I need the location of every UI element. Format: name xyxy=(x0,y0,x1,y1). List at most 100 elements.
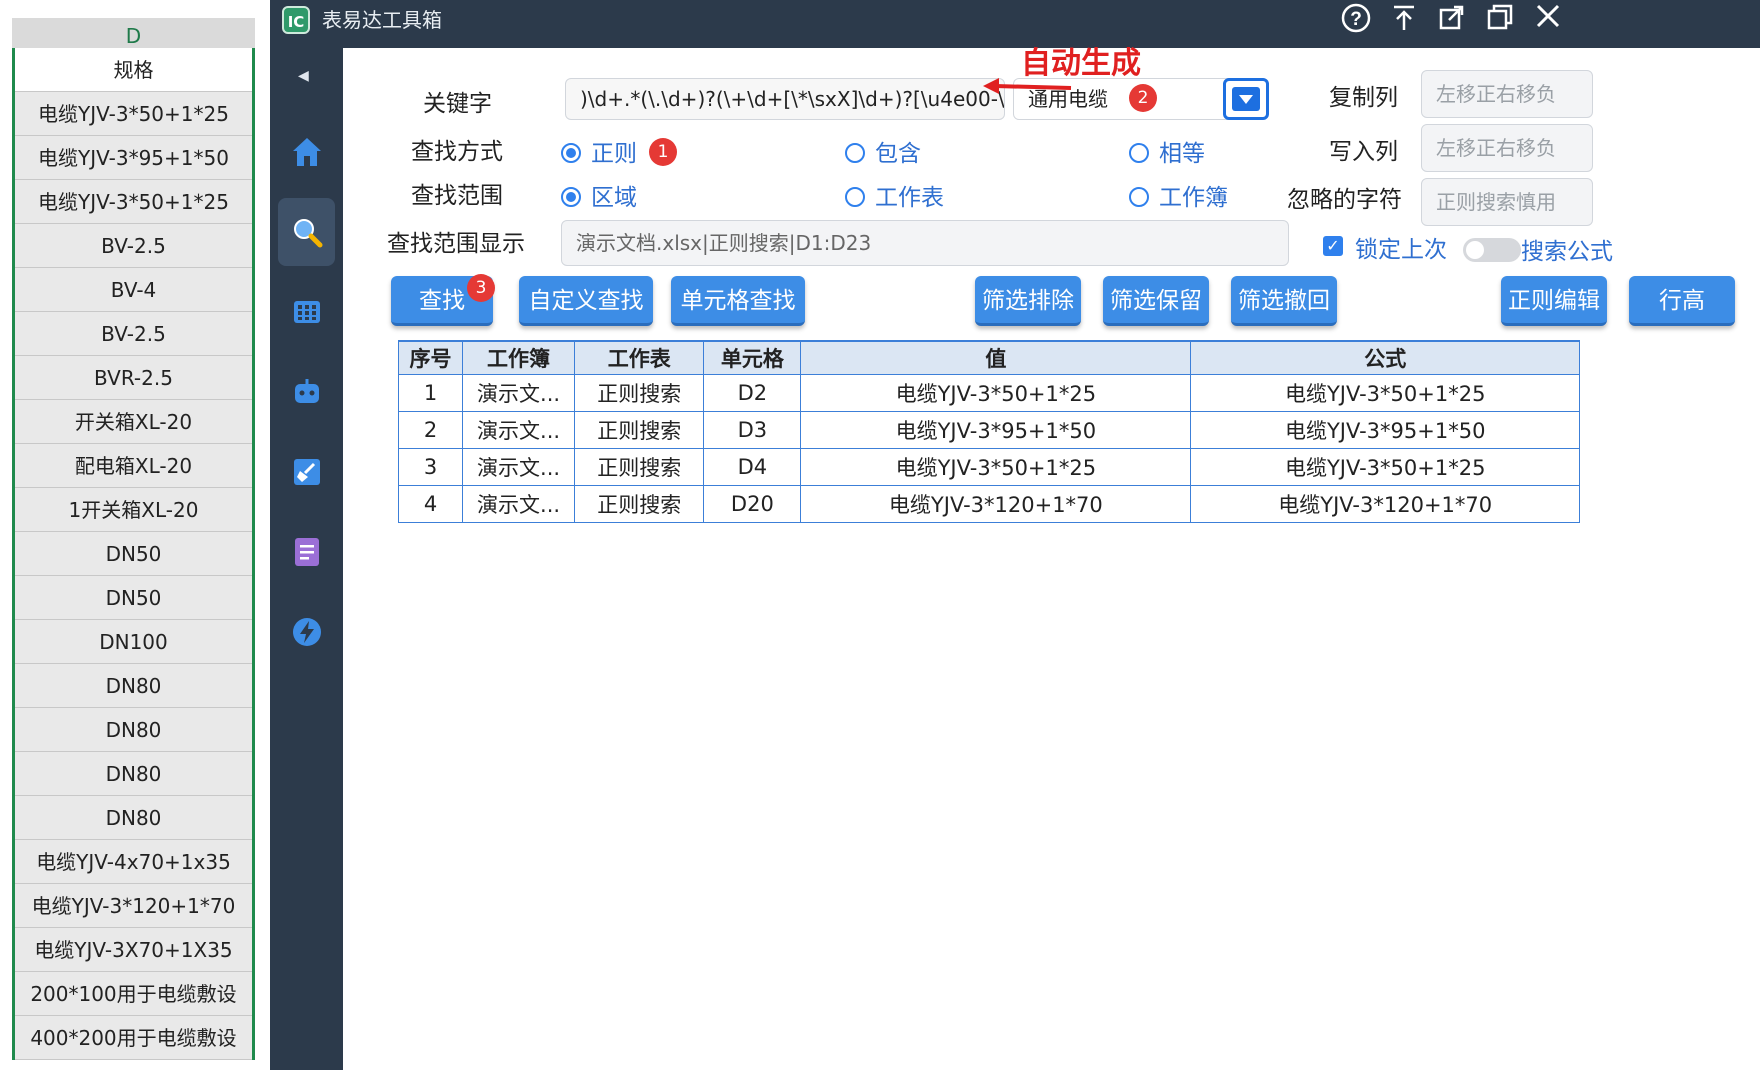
nav-report[interactable] xyxy=(278,518,335,586)
copy-col-input[interactable]: 左移正右移负 xyxy=(1421,70,1593,118)
search-formula-toggle[interactable] xyxy=(1463,238,1521,262)
method-regex-radio[interactable]: 正则 xyxy=(561,134,637,168)
table-row[interactable]: 4 演示文... 正则搜索 D20 电缆YJV-3*120+1*70 电缆YJV-3*12… xyxy=(397,484,1580,523)
column-header-d[interactable]: D xyxy=(12,18,255,50)
table-cell: D20 xyxy=(703,484,802,523)
sheet-cell[interactable]: 电缆YJV-4x70+1x35 xyxy=(15,840,252,884)
title-bar: IC 表易达工具箱 ? xyxy=(270,0,1760,48)
svg-text:?: ? xyxy=(1350,9,1362,30)
cell-find-button[interactable]: 单元格查找 xyxy=(671,276,805,326)
lock-last-label: 锁定上次 xyxy=(1355,237,1447,263)
table-cell: 电缆YJV-3*120+1*70 xyxy=(800,484,1192,523)
sheet-cell[interactable]: DN100 xyxy=(15,620,252,664)
scope-workbook-radio[interactable]: 工作簿 xyxy=(1129,178,1228,212)
table-row[interactable]: 3 演示文... 正则搜索 D4 电缆YJV-3*50+1*25 电缆YJV-3*50+1… xyxy=(397,447,1580,486)
scope-display-field: 演示文档.xlsx|正则搜索|D1:D23 xyxy=(561,220,1289,266)
sheet-cell[interactable]: BV-2.5 xyxy=(15,224,252,268)
step-badge-2: 2 xyxy=(1129,84,1157,112)
sheet-cell[interactable]: BVR-2.5 xyxy=(15,356,252,400)
table-cell: D2 xyxy=(703,373,802,412)
write-col-input[interactable]: 左移正右移负 xyxy=(1421,124,1593,172)
table-cell: 电缆YJV-3*50+1*25 xyxy=(1190,373,1580,412)
collapse-arrow-icon[interactable]: ◀ xyxy=(298,68,309,84)
nav-search[interactable] xyxy=(278,198,335,266)
close-icon[interactable] xyxy=(1528,2,1568,38)
sheet-cell[interactable]: 配电箱XL-20 xyxy=(15,444,252,488)
table-cell: 演示文... xyxy=(462,373,576,412)
table-cell: 电缆YJV-3*50+1*25 xyxy=(800,447,1192,486)
table-cell: 1 xyxy=(397,373,464,412)
row-height-button[interactable]: 行高 xyxy=(1629,276,1735,326)
nav-grid[interactable] xyxy=(278,278,335,346)
broom-icon xyxy=(294,459,320,485)
pin-top-icon[interactable] xyxy=(1384,2,1424,38)
scope-range-radio[interactable]: 区域 xyxy=(561,178,637,212)
home-icon xyxy=(293,138,321,166)
table-cell: 4 xyxy=(397,484,464,523)
result-table: 序号 工作簿 工作表 单元格值公式 1 演示文... 正则搜索 D2 电缆YJV-3*50+1… xyxy=(397,340,1580,523)
sheet-cell[interactable]: BV-4 xyxy=(15,268,252,312)
sheet-cell[interactable]: DN80 xyxy=(15,708,252,752)
sheet-cell[interactable]: 200*100用于电缆敷设 xyxy=(15,972,252,1016)
copy-col-label: 复制列 xyxy=(1329,85,1398,111)
annotation-arrow-icon xyxy=(983,78,1072,94)
sheet-cell[interactable]: 开关箱XL-20 xyxy=(15,400,252,444)
sheet-cell[interactable]: 电缆YJV-3*50+1*25 xyxy=(15,180,252,224)
sheet-cell[interactable]: 1开关箱XL-20 xyxy=(15,488,252,532)
sheet-cell[interactable]: DN80 xyxy=(15,796,252,840)
table-cell: 正则搜索 xyxy=(574,484,705,523)
table-cell: 演示文... xyxy=(462,410,576,449)
table-cell: 正则搜索 xyxy=(574,447,705,486)
table-row[interactable]: 1 演示文... 正则搜索 D2 电缆YJV-3*50+1*25 电缆YJV-3*50+1… xyxy=(397,373,1580,412)
table-cell: 演示文... xyxy=(462,484,576,523)
keyword-input[interactable]: )\d+.*(\.\d+)?(\+\d+[\*\sxX]\d+)?[\u4e00… xyxy=(565,78,1005,120)
report-icon xyxy=(295,538,319,566)
sheet-cell[interactable]: 电缆YJV-3X70+1X35 xyxy=(15,928,252,972)
regex-edit-button[interactable]: 正则编辑 xyxy=(1501,276,1607,326)
table-body: 1 演示文... 正则搜索 D2 电缆YJV-3*50+1*25 电缆YJV-3*50+1… xyxy=(397,373,1580,523)
column-header[interactable]: 工作簿 xyxy=(462,340,576,375)
keyword-label: 关键字 xyxy=(423,91,492,117)
search-formula-label: 搜索公式 xyxy=(1521,239,1613,265)
sheet-cell[interactable]: 电缆YJV-3*95+1*50 xyxy=(15,136,252,180)
sheet-cell[interactable]: BV-2.5 xyxy=(15,312,252,356)
column-header[interactable]: 公式 xyxy=(1190,340,1580,375)
scope-sheet-radio[interactable]: 工作表 xyxy=(845,178,944,212)
sheet-cell[interactable]: 电缆YJV-3*120+1*70 xyxy=(15,884,252,928)
table-header-row: 序号 工作簿 工作表 单元格值公式 xyxy=(397,340,1580,375)
lock-last-checkbox[interactable]: ✓ xyxy=(1323,236,1343,256)
ignore-chars-input[interactable]: 正则搜索慎用 xyxy=(1421,178,1593,226)
column-header[interactable]: 值 xyxy=(800,340,1192,375)
maximize-icon[interactable] xyxy=(1480,2,1520,38)
column-header[interactable]: 工作表 xyxy=(574,340,705,375)
sheet-cell[interactable]: 电缆YJV-3*50+1*25 xyxy=(15,92,252,136)
table-cell: 电缆YJV-3*95+1*50 xyxy=(800,410,1192,449)
nav-home[interactable] xyxy=(278,118,335,186)
lightning-icon xyxy=(293,618,321,646)
table-row[interactable]: 2 演示文... 正则搜索 D3 电缆YJV-3*95+1*50 电缆YJV-3*95+1… xyxy=(397,410,1580,449)
table-cell: 演示文... xyxy=(462,447,576,486)
sheet-cell[interactable]: DN50 xyxy=(15,532,252,576)
method-contains-radio[interactable]: 包含 xyxy=(845,134,921,168)
filter-undo-button[interactable]: 筛选撤回 xyxy=(1231,276,1337,326)
filter-keep-button[interactable]: 筛选保留 xyxy=(1103,276,1209,326)
column-header[interactable]: 单元格 xyxy=(703,340,802,375)
robot-icon xyxy=(295,379,319,403)
custom-find-button[interactable]: 自定义查找 xyxy=(519,276,653,326)
preset-dropdown-button[interactable] xyxy=(1223,78,1269,120)
sheet-cell[interactable]: DN80 xyxy=(15,664,252,708)
filter-exclude-button[interactable]: 筛选排除 xyxy=(975,276,1081,326)
nav-lightning[interactable] xyxy=(278,598,335,666)
sheet-cell[interactable]: DN50 xyxy=(15,576,252,620)
nav-clean[interactable] xyxy=(278,438,335,506)
method-equals-radio[interactable]: 相等 xyxy=(1129,134,1205,168)
nav-robot[interactable] xyxy=(278,358,335,426)
restore-icon[interactable] xyxy=(1432,2,1472,38)
help-icon[interactable]: ? xyxy=(1336,2,1376,38)
column-title-cell[interactable]: 规格 xyxy=(15,48,252,92)
sheet-cell[interactable]: 400*200用于电缆敷设 xyxy=(15,1016,252,1060)
ignore-chars-label: 忽略的字符 xyxy=(1287,187,1402,213)
sheet-cell[interactable]: DN80 xyxy=(15,752,252,796)
search-panel: 关键字 )\d+.*(\.\d+)?(\+\d+[\*\sxX]\d+)?[\u… xyxy=(343,46,1760,1070)
column-header[interactable]: 序号 xyxy=(397,340,464,375)
